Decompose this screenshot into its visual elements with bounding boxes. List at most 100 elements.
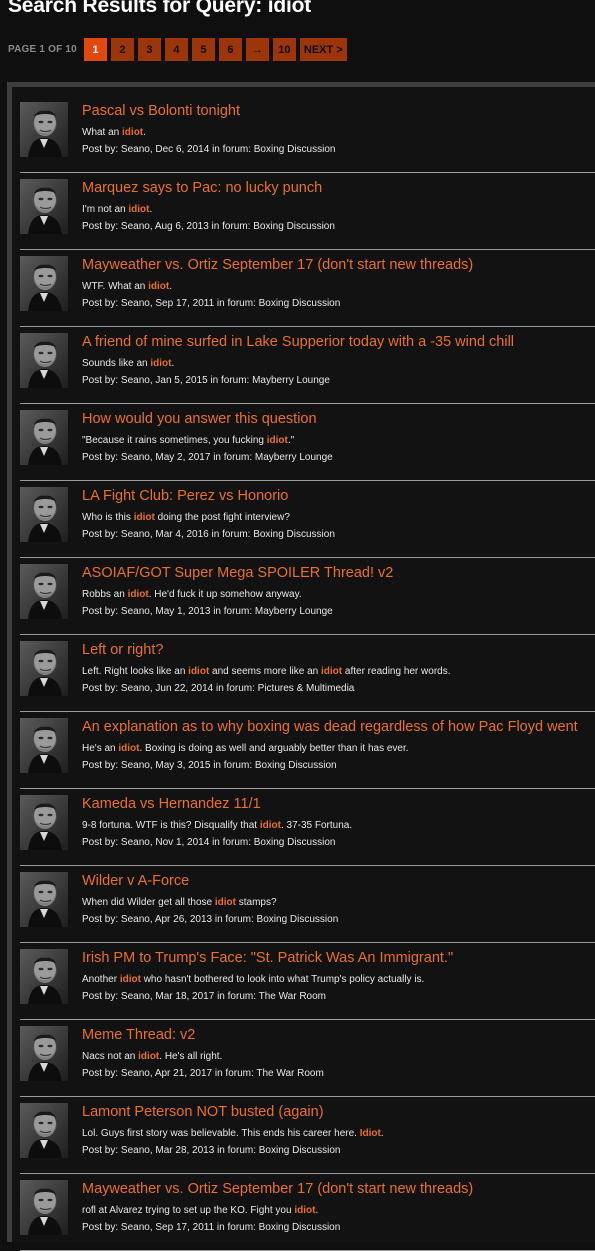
user-avatar-icon[interactable] (20, 333, 68, 388)
result-meta: Post by: Seano, Sep 17, 2011 in forum: B… (82, 1222, 341, 1233)
result-meta: Post by: Seano, Nov 1, 2014 in forum: Bo… (82, 837, 336, 848)
page-jump-button[interactable]: → (245, 38, 269, 61)
result-meta: Post by: Seano, Jan 5, 2015 in forum: Ma… (82, 375, 330, 386)
snippet-text: and seems more like an (209, 666, 321, 677)
user-avatar-icon[interactable] (20, 1103, 68, 1158)
result-title-link[interactable]: Left or right? (82, 642, 163, 658)
result-row: LA Fight Club: Perez vs Honorio Who is th… (20, 481, 595, 558)
result-row: A friend of mine surfed in Lake Supperio… (20, 327, 595, 404)
highlighted-term: Idiot (359, 1128, 381, 1139)
next-page-button[interactable]: NEXT > (299, 38, 347, 61)
page-button-5[interactable]: 5 (191, 38, 215, 61)
user-avatar-icon[interactable] (20, 564, 68, 619)
snippet-text: . He's all right. (159, 1051, 223, 1062)
snippet-text: Robbs an (82, 589, 128, 600)
snippet-text: Lol. Guys first story was believable. Th… (82, 1128, 360, 1139)
page-button-2[interactable]: 2 (110, 38, 134, 61)
result-row: An explanation as to why boxing was dead… (20, 712, 595, 789)
result-row: How would you answer this question "Becau… (20, 404, 595, 481)
result-title-link[interactable]: Marquez says to Pac: no lucky punch (82, 180, 322, 196)
snippet-text: . (380, 1128, 384, 1139)
snippet-text: doing the post fight interview? (154, 512, 290, 523)
snippet-text: . 37-35 Fortuna. (280, 820, 353, 831)
result-meta: Post by: Seano, Aug 6, 2013 in forum: Bo… (82, 221, 335, 232)
page-button-3[interactable]: 3 (137, 38, 161, 61)
snippet-text: . (169, 281, 173, 292)
snippet-text: "Because it rains sometimes, you fucking (82, 435, 267, 446)
pagination: PAGE 1 OF 10 1 2 3 4 5 6 → 10 NEXT > (8, 38, 347, 61)
user-avatar-icon[interactable] (20, 795, 68, 850)
result-title-link[interactable]: Kameda vs Hernandez 11/1 (82, 796, 261, 812)
result-title-link[interactable]: LA Fight Club: Perez vs Honorio (82, 488, 288, 504)
user-avatar-icon[interactable] (20, 487, 68, 542)
page-button-4[interactable]: 4 (164, 38, 188, 61)
user-avatar-icon[interactable] (20, 256, 68, 311)
highlighted-term: idiot (127, 589, 149, 600)
highlighted-term: idiot (138, 1051, 160, 1062)
result-row: Mayweather vs. Ortiz September 17 (don't… (20, 1174, 595, 1251)
snippet-text: I'm not an (82, 204, 129, 215)
result-snippet: 9-8 fortuna. WTF is this? Disqualify tha… (82, 820, 352, 831)
page-title: Search Results for Query: idiot (8, 0, 312, 17)
result-meta: Post by: Seano, Mar 18, 2017 in forum: T… (82, 991, 327, 1002)
snippet-text: WTF. What an (82, 281, 149, 292)
result-snippet: I'm not an idiot. (82, 204, 152, 215)
user-avatar-icon[interactable] (20, 872, 68, 927)
result-snippet: Another idiot who hasn't bothered to loo… (82, 974, 424, 985)
highlighted-term: idiot (128, 204, 150, 215)
result-title-link[interactable]: Irish PM to Trump's Face: "St. Patrick W… (82, 950, 453, 966)
user-avatar-icon[interactable] (20, 949, 68, 1004)
highlighted-term: idiot (266, 435, 288, 446)
result-title-link[interactable]: How would you answer this question (82, 411, 317, 427)
user-avatar-icon[interactable] (20, 410, 68, 465)
result-row: Left or right? Left. Right looks like an … (20, 635, 595, 712)
snippet-text: . (143, 127, 146, 138)
result-title-link[interactable]: Lamont Peterson NOT busted (again) (82, 1104, 324, 1120)
result-meta: Post by: Seano, Jun 22, 2014 in forum: P… (82, 683, 355, 694)
snippet-text: after reading her words. (342, 666, 451, 677)
result-snippet: When did Wilder get all those idiot stam… (82, 897, 277, 908)
snippet-text: Who is this (82, 512, 134, 523)
result-title-link[interactable]: Meme Thread: v2 (82, 1027, 195, 1043)
result-snippet: WTF. What an idiot. (82, 281, 172, 292)
user-avatar-icon[interactable] (20, 102, 68, 157)
result-title-link[interactable]: Pascal vs Bolonti tonight (82, 103, 240, 119)
result-title-link[interactable]: A friend of mine surfed in Lake Supperio… (82, 334, 514, 350)
user-avatar-icon[interactable] (20, 1026, 68, 1081)
snippet-text: . He'd fuck it up somehow anyway. (148, 589, 302, 600)
snippet-text: . (315, 1205, 319, 1216)
result-row: Kameda vs Hernandez 11/1 9-8 fortuna. WTF… (20, 789, 595, 866)
result-row: Marquez says to Pac: no lucky punch I'm n… (20, 173, 595, 250)
snippet-text: Sounds like an (82, 358, 151, 369)
highlighted-term: idiot (188, 666, 210, 677)
result-title-link[interactable]: An explanation as to why boxing was dead… (82, 719, 578, 735)
result-row: Meme Thread: v2 Nacs not an idiot. He's a… (20, 1020, 595, 1097)
result-row: Lamont Peterson NOT busted (again) Lol. G… (20, 1097, 595, 1174)
result-meta: Post by: Seano, May 3, 2015 in forum: Bo… (82, 760, 337, 771)
snippet-text: He's an (82, 743, 119, 754)
user-avatar-icon[interactable] (20, 641, 68, 696)
snippet-text: What an (82, 127, 123, 138)
result-row: Pascal vs Bolonti tonight What an idiot. P… (20, 96, 595, 173)
result-snippet: Who is this idiot doing the post fight i… (82, 512, 290, 523)
result-title-link[interactable]: ASOIAF/GOT Super Mega SPOILER Thread! v2 (82, 565, 393, 581)
page-indicator: PAGE 1 OF 10 (8, 44, 77, 55)
page-button-10[interactable]: 10 (272, 38, 296, 61)
snippet-text: . Boxing is doing as well and arguably b… (139, 743, 409, 754)
result-title-link[interactable]: Mayweather vs. Ortiz September 17 (don't… (82, 1181, 473, 1197)
user-avatar-icon[interactable] (20, 179, 68, 234)
user-avatar-icon[interactable] (20, 718, 68, 773)
result-meta: Post by: Seano, May 1, 2013 in forum: Ma… (82, 606, 333, 617)
result-title-link[interactable]: Mayweather vs. Ortiz September 17 (don't… (82, 257, 473, 273)
result-snippet: rofl at Alvarez trying to set up the KO.… (82, 1205, 318, 1216)
result-snippet: Left. Right looks like an idiot and seem… (82, 666, 451, 677)
result-meta: Post by: Seano, May 2, 2017 in forum: Ma… (82, 452, 333, 463)
highlighted-term: idiot (122, 127, 144, 138)
highlighted-term: idiot (321, 666, 343, 677)
result-meta: Post by: Seano, Apr 26, 2013 in forum: B… (82, 914, 339, 925)
highlighted-term: idiot (148, 281, 170, 292)
page-button-1[interactable]: 1 (83, 38, 107, 61)
page-button-6[interactable]: 6 (218, 38, 242, 61)
snippet-text: Nacs not an (82, 1051, 139, 1062)
result-title-link[interactable]: Wilder v A-Force (82, 873, 189, 889)
